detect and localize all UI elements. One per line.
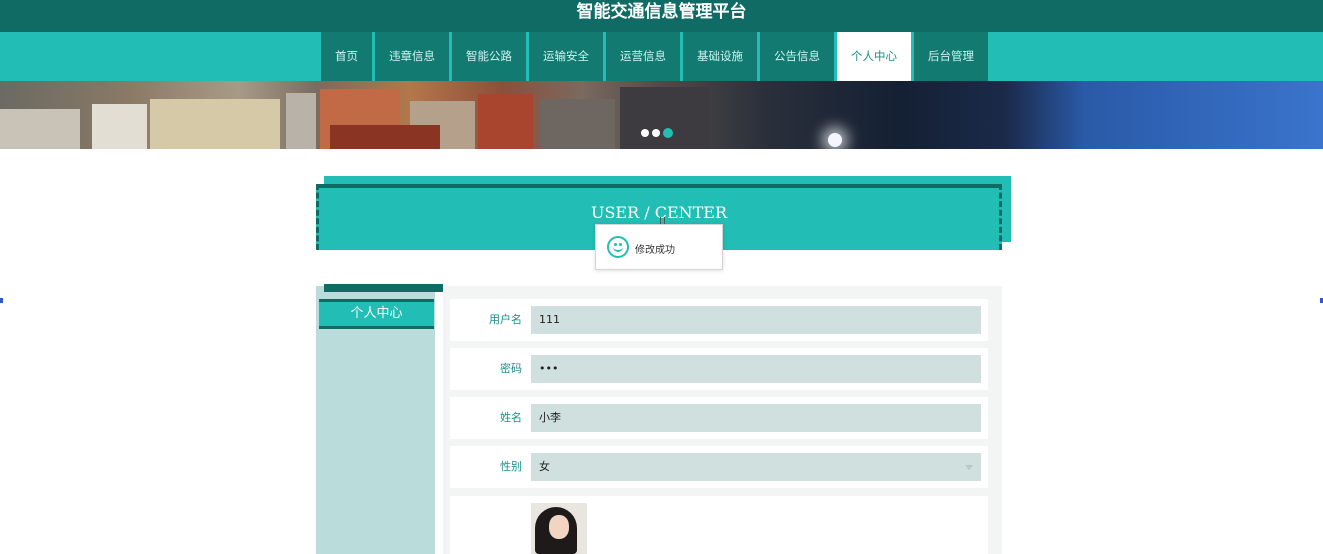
nav-item-operations[interactable]: 运营信息 [606, 32, 680, 81]
carousel-dot-1[interactable] [641, 129, 649, 137]
carousel-indicators [641, 128, 673, 138]
nav-item-admin[interactable]: 后台管理 [914, 32, 988, 81]
section-title: USER / CENTER [590, 203, 728, 222]
nav-bar: 首页 违章信息 智能公路 运输安全 运营信息 基础设施 公告信息 个人中心 后台… [0, 32, 1323, 81]
window-edge-marker [0, 298, 3, 303]
username-label: 用户名 [489, 313, 522, 326]
password-label: 密码 [500, 362, 522, 375]
success-toast: 修改成功 [595, 224, 723, 270]
avatar[interactable] [531, 503, 587, 554]
gender-label: 性别 [500, 460, 522, 473]
banner-building [92, 104, 147, 149]
nav-item-home[interactable]: 首页 [321, 32, 372, 81]
banner-roof [330, 125, 440, 149]
name-field[interactable]: 小李 [531, 404, 981, 432]
nav-item-transport-safety[interactable]: 运输安全 [529, 32, 603, 81]
main-nav: 首页 违章信息 智能公路 运输安全 运营信息 基础设施 公告信息 个人中心 后台… [321, 32, 991, 81]
top-header: 智能交通信息管理平台 [0, 0, 1323, 32]
name-row: 姓名 小李 [450, 397, 988, 439]
carousel-dot-3-active[interactable] [663, 128, 673, 138]
banner-building [0, 109, 80, 149]
nav-item-violations[interactable]: 违章信息 [375, 32, 449, 81]
gender-select-value: 女 [539, 460, 550, 473]
password-row: 密码 ••• [450, 348, 988, 390]
toast-message: 修改成功 [635, 245, 675, 256]
gender-row: 性别 女 [450, 446, 988, 488]
nav-item-announcements[interactable]: 公告信息 [760, 32, 834, 81]
nav-item-smart-highway[interactable]: 智能公路 [452, 32, 526, 81]
nav-item-infrastructure[interactable]: 基础设施 [683, 32, 757, 81]
banner-building [620, 87, 710, 149]
nav-item-personal-center[interactable]: 个人中心 [837, 32, 911, 81]
banner-light [828, 133, 842, 147]
smiley-icon [607, 236, 629, 258]
avatar-row [450, 496, 988, 554]
username-row: 用户名 111 [450, 299, 988, 341]
banner-building [286, 93, 316, 149]
banner-building [150, 99, 280, 149]
chevron-down-icon [965, 465, 973, 470]
password-field[interactable]: ••• [531, 355, 981, 383]
sidebar-item-personal-center[interactable]: 个人中心 [319, 299, 434, 329]
sidebar-top-accent [324, 284, 443, 292]
banner-building [478, 94, 533, 149]
name-label: 姓名 [500, 411, 522, 424]
username-field[interactable]: 111 [531, 306, 981, 334]
gender-select[interactable]: 女 [531, 453, 981, 481]
banner-carousel[interactable] [0, 81, 1323, 149]
site-title: 智能交通信息管理平台 [576, 2, 747, 22]
carousel-dot-2[interactable] [652, 129, 660, 137]
banner-building [540, 99, 615, 149]
